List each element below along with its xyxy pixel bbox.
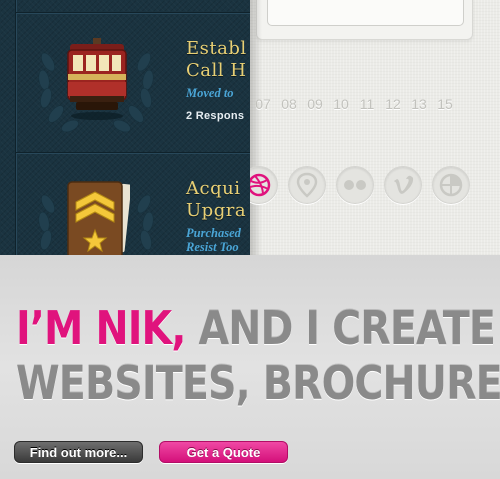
vimeo-link[interactable]	[384, 166, 422, 204]
hero-tagline: AND I CREATE	[185, 301, 496, 355]
achievement-title-line2: Upgra	[186, 200, 247, 221]
paper-card-inner	[267, 0, 464, 26]
calendar-day[interactable]: 10	[328, 96, 354, 112]
achievement-title: Acqui	[186, 178, 241, 199]
calendar-day[interactable]: 11	[354, 96, 380, 112]
responses-link[interactable]: 2 Respons	[186, 110, 250, 122]
social-links	[250, 166, 480, 204]
achievement-badge	[36, 22, 156, 142]
hero-headline-line2: WEBSITES, BROCHURE	[16, 356, 500, 410]
calendar-day[interactable]: 12	[380, 96, 406, 112]
achievement-subtitle-line2[interactable]: Resist Too	[186, 240, 250, 254]
achievement-subtitle-link[interactable]: Purchased	[186, 226, 250, 240]
calendar-days: 07 08 09 10 11 12 13 15	[250, 96, 458, 112]
achievement-title: Establ	[186, 38, 247, 59]
achievement-title-line2: Call H	[186, 60, 247, 81]
calendar-day[interactable]: 15	[432, 96, 458, 112]
hero-headline-line1: I’M NIK, AND I CREATE	[16, 301, 496, 355]
achievement-badge	[36, 164, 156, 255]
cable-car-icon	[67, 38, 127, 120]
calendar-day[interactable]: 08	[276, 96, 302, 112]
calendar-day[interactable]: 13	[406, 96, 432, 112]
find-out-more-button[interactable]: Find out more...	[14, 441, 143, 463]
location-link[interactable]	[288, 166, 326, 204]
quadrant-icon	[439, 173, 463, 197]
achievement-text: Acqui Upgra Purchased Resist Too	[186, 178, 250, 254]
achievement-subtitle-link[interactable]: Moved to	[186, 86, 250, 100]
hero-banner: I’M NIK, AND I CREATE WEBSITES, BROCHURE…	[0, 255, 500, 479]
hero-name: I’M NIK,	[16, 301, 186, 355]
flickr-link[interactable]	[336, 166, 374, 204]
calendar-day[interactable]: 07	[250, 96, 276, 112]
flickr-icon	[344, 180, 366, 190]
vimeo-icon	[394, 175, 414, 194]
paper-panel: 07 08 09 10 11 12 13 15	[250, 0, 500, 255]
paper-card	[256, 0, 473, 40]
quadrant-link[interactable]	[432, 166, 470, 204]
achievements-panel: Establ Call H Moved to 2 Respons Acqui U…	[0, 0, 250, 255]
divider	[16, 152, 250, 154]
location-pin-icon	[296, 172, 318, 198]
panel-shadow	[250, 0, 262, 255]
panel-border	[15, 0, 17, 255]
get-a-quote-button[interactable]: Get a Quote	[159, 441, 288, 463]
calendar-day[interactable]: 09	[302, 96, 328, 112]
achievement-text: Establ Call H Moved to 2 Respons	[186, 38, 250, 122]
rank-chevron-icon	[67, 181, 130, 255]
dribbble-link[interactable]	[250, 166, 278, 204]
dribbble-icon	[250, 173, 271, 197]
divider	[16, 12, 250, 14]
